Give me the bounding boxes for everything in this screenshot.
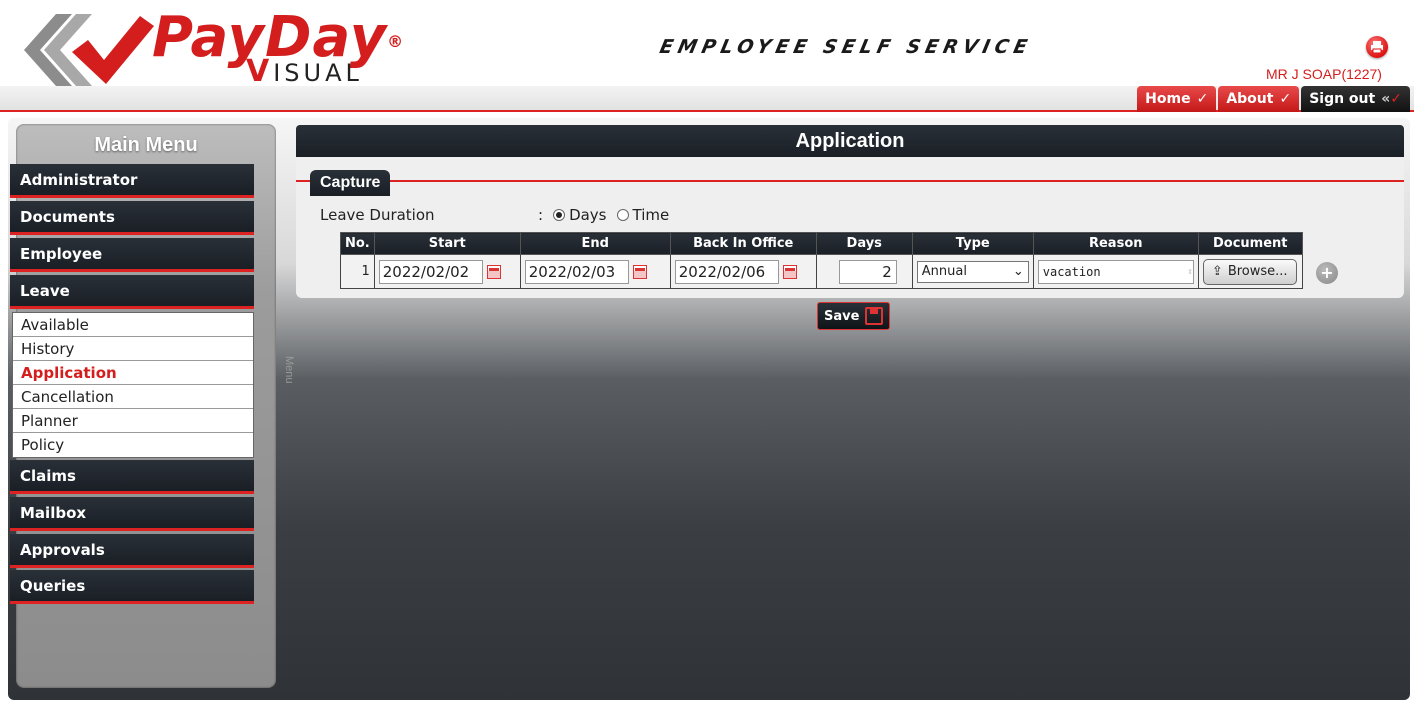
col-document: Document (1197, 232, 1303, 255)
sidebar-item-administrator[interactable]: Administrator (10, 164, 254, 198)
print-icon[interactable] (1366, 36, 1388, 58)
reason-cell: vacation ⇕ (1032, 254, 1199, 289)
sidebar-item-employee[interactable]: Employee (10, 238, 254, 272)
sign-out-button[interactable]: Sign out «✓ (1301, 86, 1410, 112)
submenu-planner[interactable]: Planner (13, 409, 253, 433)
type-selected-value: Annual (921, 264, 967, 279)
days-radio[interactable] (553, 209, 566, 221)
sidebar-title: Main Menu (94, 134, 198, 156)
home-button[interactable]: Home ✓ (1137, 86, 1217, 112)
type-cell: Annual ⌄ (911, 254, 1034, 289)
sign-out-label: Sign out (1309, 91, 1376, 107)
sidebar-item-mailbox[interactable]: Mailbox (10, 497, 254, 531)
end-date-input[interactable]: 2022/02/03 (524, 259, 629, 284)
table-header-row: No. Start End Back In Office Days Type R… (340, 232, 1303, 255)
payday-logo: PayDay® VISUAL (14, 6, 403, 89)
capture-tab: Capture (310, 170, 391, 196)
sidebar-item-queries[interactable]: Queries (10, 570, 254, 604)
save-label: Save (824, 308, 860, 324)
col-no: No. (340, 232, 375, 255)
col-back-in-office: Back In Office (669, 232, 817, 255)
submenu-available[interactable]: Available (13, 313, 253, 337)
time-radio[interactable] (616, 209, 629, 221)
reason-input[interactable]: vacation ⇕ (1037, 259, 1194, 284)
days-radio-label: Days (569, 206, 607, 224)
logo-chevron-icon (24, 14, 154, 86)
logo-visual: VISUAL (246, 54, 363, 89)
submenu-application[interactable]: Application (13, 361, 253, 385)
calendar-icon[interactable] (486, 264, 501, 279)
user-name: MR J SOAP(1227) (1266, 66, 1382, 82)
home-label: Home (1145, 91, 1191, 107)
reason-value: vacation (1042, 264, 1101, 279)
back-cell: 2022/02/06 (669, 254, 817, 289)
browse-button[interactable]: ⇪ Browse... (1202, 258, 1297, 285)
sidebar-item-documents[interactable]: Documents (10, 201, 254, 235)
check-icon: ✓ (1196, 91, 1209, 107)
about-button[interactable]: About ✓ (1218, 86, 1300, 112)
col-end: End (519, 232, 671, 255)
col-days: Days (815, 232, 913, 255)
sidebar-item-claims[interactable]: Claims (10, 460, 254, 494)
app-title: EMPLOYEE SELF SERVICE (657, 36, 1035, 58)
col-start: Start (373, 232, 521, 255)
start-date-input[interactable]: 2022/02/02 (378, 259, 483, 284)
days-input[interactable]: 2 (838, 259, 897, 284)
submenu-history[interactable]: History (13, 337, 253, 361)
calendar-icon[interactable] (782, 264, 797, 279)
leave-submenu: Available History Application Cancellati… (12, 312, 254, 458)
back-in-office-input[interactable]: 2022/02/06 (674, 259, 779, 284)
col-type: Type (911, 232, 1034, 255)
document-cell: ⇪ Browse... (1197, 254, 1303, 289)
col-reason: Reason (1032, 232, 1199, 255)
chevron-down-icon: ⌄ (1012, 264, 1024, 279)
leave-duration-options: : Days Time (538, 206, 669, 224)
leave-table: No. Start End Back In Office Days Type R… (340, 232, 1303, 289)
add-row-icon[interactable]: + (1316, 262, 1338, 284)
save-icon (865, 307, 884, 325)
end-cell: 2022/02/03 (519, 254, 671, 289)
submenu-policy[interactable]: Policy (13, 433, 253, 457)
time-radio-label: Time (632, 206, 670, 224)
leave-duration-label: Leave Duration (320, 206, 435, 224)
type-select[interactable]: Annual ⌄ (916, 260, 1029, 283)
page-title: Application (296, 125, 1404, 157)
start-cell: 2022/02/02 (373, 254, 521, 289)
browse-label: Browse... (1227, 264, 1288, 279)
table-row: 1 2022/02/02 2022/02/03 2022/02/06 2 Ann… (340, 254, 1303, 289)
double-chevron-icon: «✓ (1381, 91, 1402, 107)
duration-colon: : (538, 206, 544, 224)
sidebar-item-leave[interactable]: Leave (10, 275, 254, 309)
row-no: 1 (340, 254, 375, 289)
sidebar-item-approvals[interactable]: Approvals (10, 534, 254, 568)
menu-toggle[interactable]: Menu (281, 356, 295, 416)
about-label: About (1226, 91, 1274, 107)
calendar-icon[interactable] (632, 264, 647, 279)
spinner-icon: ⇕ (1187, 266, 1193, 277)
top-nav: Home ✓ About ✓ Sign out «✓ (1137, 86, 1410, 112)
upload-icon: ⇪ (1211, 264, 1223, 279)
save-button[interactable]: Save (817, 302, 891, 330)
capture-divider (296, 180, 1404, 182)
days-cell: 2 (815, 254, 913, 289)
submenu-cancellation[interactable]: Cancellation (13, 385, 253, 409)
check-icon: ✓ (1279, 91, 1292, 107)
header: PayDay® VISUAL EMPLOYEE SELF SERVICE MR … (0, 0, 1414, 118)
capture-panel: Capture Leave Duration : Days Time No. S… (296, 158, 1404, 298)
